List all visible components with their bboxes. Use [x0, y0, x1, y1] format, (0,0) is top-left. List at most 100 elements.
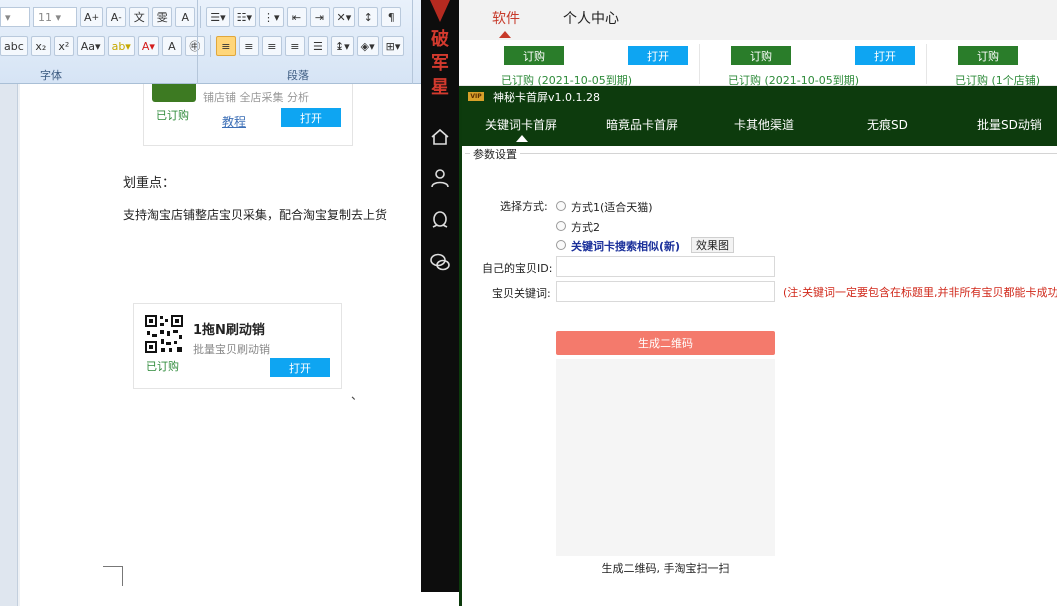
tab-keyword-homepage[interactable]: 关键词卡首屏	[485, 116, 557, 133]
tool-title: 神秘卡首屏v1.0.1.28	[493, 91, 600, 104]
keyword-note: (注:关键词一定要包含在标题里,并非所有宝贝都能卡成功)	[783, 286, 1057, 299]
radio-method-1[interactable]	[556, 201, 566, 211]
brand-logo-icon	[430, 0, 450, 22]
ribbon-separator	[209, 35, 211, 57]
nav-qq[interactable]	[421, 206, 459, 234]
open-button[interactable]: 打开	[270, 358, 330, 377]
tab-batch-sd[interactable]: 批量SD动销	[977, 116, 1042, 133]
nav-home[interactable]	[421, 123, 459, 151]
user-icon	[431, 169, 449, 188]
distributed-icon[interactable]: ☰	[307, 36, 328, 56]
method-label: 选择方式:	[500, 200, 548, 213]
highlight-icon[interactable]: ab▾	[107, 36, 135, 56]
effect-image-button[interactable]: 效果图	[691, 237, 734, 253]
change-case-icon[interactable]: Aa▾	[76, 36, 105, 56]
paragraph-group-label: 段落	[287, 69, 309, 82]
card-subtitle: 批量宝贝刷动销	[193, 343, 270, 356]
active-tab-indicator	[516, 135, 528, 142]
software-card-1: 铺店铺 全店采集 分析 已订购 教程 打开	[143, 84, 353, 146]
item-id-input[interactable]	[556, 256, 775, 277]
tab-other-channels[interactable]: 卡其他渠道	[734, 116, 794, 133]
software-card-2: 1拖N刷动销 批量宝贝刷动销 已订购 打开	[133, 303, 342, 389]
strip-divider	[699, 44, 700, 84]
chinese-layout-icon[interactable]: ✕▾	[332, 7, 356, 27]
shrink-font-icon[interactable]: A-	[106, 7, 127, 27]
open-button[interactable]: 打开	[628, 46, 688, 65]
justify-icon[interactable]: ≡	[284, 36, 305, 56]
vertical-ruler	[0, 84, 18, 606]
superscript-icon[interactable]: x²	[53, 36, 74, 56]
tool-navbar: 关键词卡首屏 暗竟品卡首屏 卡其他渠道 无痕SD 批量SD动销	[462, 106, 1057, 146]
stray-mark: 、	[351, 388, 364, 402]
font-color-icon[interactable]: A▾	[137, 36, 159, 56]
multilevel-list-icon[interactable]: ⋮▾	[259, 7, 284, 27]
vip-badge: VIP	[468, 92, 484, 101]
card-description: 铺店铺 全店采集 分析	[203, 91, 309, 104]
align-right-icon[interactable]: ≡	[261, 36, 282, 56]
open-button[interactable]: 打开	[281, 108, 341, 127]
params-group-title: 参数设置	[470, 146, 520, 162]
qq-icon	[432, 211, 448, 228]
qr-display-area	[556, 359, 775, 556]
brand-name: 破 军 星	[421, 28, 459, 100]
item-id-label: 自己的宝贝ID:	[482, 262, 553, 275]
bullets-icon[interactable]: ☰▾	[206, 7, 230, 27]
buy-button[interactable]: 订购	[504, 46, 564, 65]
strikethrough-icon[interactable]: abc	[0, 36, 28, 56]
scan-hint: 生成二维码, 手淘宝扫一扫	[601, 562, 730, 575]
char-border-icon[interactable]: 雯	[152, 7, 173, 27]
keyword-input[interactable]	[556, 281, 775, 302]
tool-titlebar: VIP 神秘卡首屏v1.0.1.28	[462, 86, 1057, 106]
tab-traceless-sd[interactable]: 无痕SD	[867, 116, 908, 133]
font-group-label: 字体	[40, 69, 62, 82]
doc-paragraph: 支持淘宝店铺整店宝贝采集，配合淘宝复制去上货	[123, 208, 388, 222]
radio-method-1-label: 方式1(适合天猫)	[571, 201, 653, 214]
increase-indent-icon[interactable]: ⇥	[309, 7, 330, 27]
font-size-field[interactable]: 11 ▾	[33, 7, 77, 27]
numbering-icon[interactable]: ☷▾	[232, 7, 256, 27]
app-sidebar: 破 军 星	[421, 0, 459, 592]
shading-icon[interactable]: ◈▾	[356, 36, 379, 56]
nav-user[interactable]	[421, 164, 459, 192]
decrease-indent-icon[interactable]: ⇤	[286, 7, 307, 27]
ordered-status: 已订购	[146, 360, 179, 373]
font-name-field[interactable]: ▾	[0, 7, 30, 27]
radio-method-2[interactable]	[556, 221, 566, 231]
borders-icon[interactable]: ⊞▾	[381, 36, 405, 56]
grow-font-icon[interactable]: A +	[80, 7, 104, 27]
tab-software[interactable]: 软件	[492, 8, 520, 28]
line-spacing-icon[interactable]: ↨▾	[330, 36, 354, 56]
tab-competitor-homepage[interactable]: 暗竟品卡首屏	[606, 116, 678, 133]
align-left-icon[interactable]: ≡	[215, 36, 236, 56]
strip-divider	[926, 44, 927, 84]
brand-char: 星	[431, 77, 449, 98]
card-title: 1拖N刷动销	[193, 323, 265, 338]
align-center-icon[interactable]: ≡	[238, 36, 259, 56]
radio-method-3[interactable]	[556, 240, 566, 250]
nav-wechat[interactable]	[421, 248, 459, 276]
ordered-status: 已订购	[156, 109, 189, 122]
open-button[interactable]: 打开	[855, 46, 915, 65]
brand-char: 破	[431, 29, 449, 50]
char-shading-icon[interactable]: A	[161, 36, 182, 56]
tab-personal-center[interactable]: 个人中心	[563, 8, 619, 28]
radio-method-2-label: 方式2	[571, 221, 600, 234]
group-divider	[412, 0, 413, 84]
ribbon-separator	[200, 6, 202, 28]
buy-button[interactable]: 订购	[731, 46, 791, 65]
ribbon-row-1: ▾ 11 ▾ A + A- 文 雯 A ☰▾ ☷▾ ⋮▾ ⇤ ⇥ ✕▾ ↕ ¶	[0, 4, 402, 30]
phonetic-icon[interactable]: 文	[129, 7, 150, 27]
generate-qr-button[interactable]: 生成二维码	[556, 331, 775, 355]
char-box-icon[interactable]: A	[175, 7, 196, 27]
group-divider	[197, 0, 198, 84]
tutorial-link[interactable]: 教程	[222, 113, 246, 130]
subscript-icon[interactable]: x₂	[30, 36, 51, 56]
font-size-value: 11	[38, 10, 52, 24]
enclose-char-icon[interactable]: ㊥	[184, 36, 205, 56]
sort-icon[interactable]: ↕	[358, 7, 379, 27]
qr-code-icon	[144, 314, 184, 354]
brand-char: 军	[431, 53, 449, 74]
show-marks-icon[interactable]: ¶	[381, 7, 402, 27]
buy-button[interactable]: 订购	[958, 46, 1018, 65]
doc-heading: 划重点：	[123, 176, 176, 191]
